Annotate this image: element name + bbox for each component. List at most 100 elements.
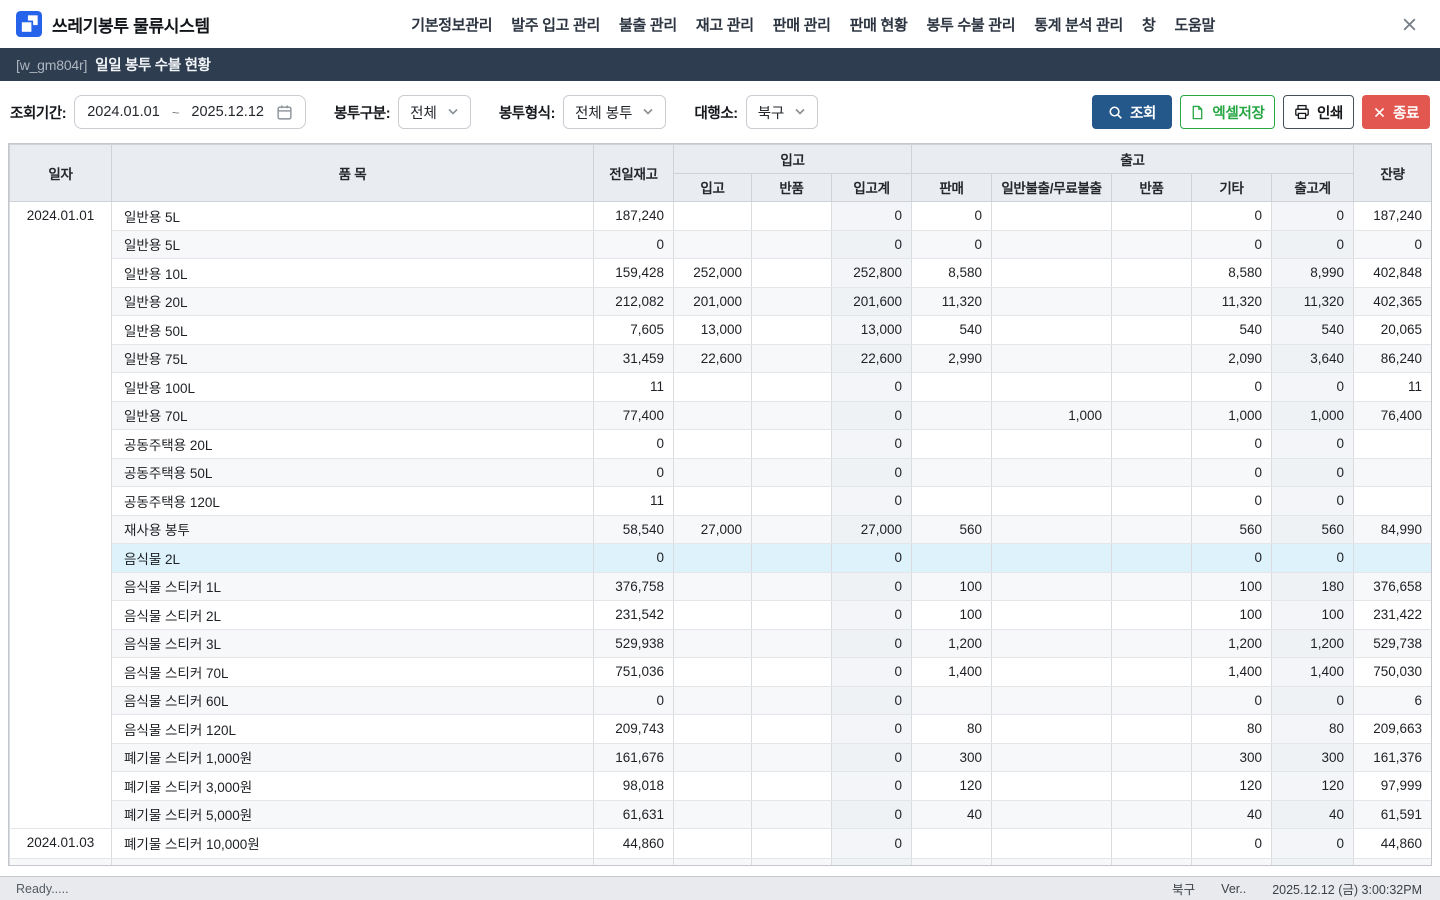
in_qty-cell[interactable] bbox=[674, 658, 752, 687]
etc-cell[interactable]: 0 bbox=[1192, 230, 1272, 259]
table-row[interactable]: 음식물 스티커 3L529,93801,2001,2001,200529,738 bbox=[10, 629, 1432, 658]
balance-cell[interactable]: 76,400 bbox=[1354, 401, 1432, 430]
in_qty-cell[interactable] bbox=[674, 458, 752, 487]
balance-cell[interactable]: 0 bbox=[1354, 230, 1432, 259]
table-row[interactable]: 재사용 봉투58,54027,00027,00056056056084,990 bbox=[10, 515, 1432, 544]
date-from-value[interactable]: 2024.01.01 bbox=[87, 104, 160, 120]
balance-cell[interactable]: 61,591 bbox=[1354, 800, 1432, 829]
balance-cell[interactable]: 402,848 bbox=[1354, 259, 1432, 288]
in_sum-cell[interactable]: 0 bbox=[832, 430, 912, 459]
prev-cell[interactable]: 11 bbox=[594, 373, 674, 402]
in_ret-cell[interactable] bbox=[752, 658, 832, 687]
sale-cell[interactable]: 540 bbox=[912, 316, 992, 345]
item-cell[interactable]: 폐기물 스티커 10,000원 bbox=[112, 829, 594, 859]
item-cell[interactable]: 공동주택용 20L bbox=[112, 430, 594, 459]
in_sum-cell[interactable]: 0 bbox=[832, 544, 912, 573]
in_qty-cell[interactable] bbox=[674, 772, 752, 801]
balance-cell[interactable]: 84,990 bbox=[1354, 515, 1432, 544]
exit-button[interactable]: 종료 bbox=[1362, 95, 1430, 129]
etc-cell[interactable]: 0 bbox=[1192, 202, 1272, 231]
out_sum-cell[interactable]: 0 bbox=[1272, 487, 1354, 516]
menu-item-7[interactable]: 통계 분석 관리 bbox=[1034, 14, 1123, 35]
in_sum-cell[interactable]: 0 bbox=[832, 601, 912, 630]
in_ret-cell[interactable] bbox=[752, 287, 832, 316]
item-cell[interactable]: 음식물 2L bbox=[112, 544, 594, 573]
in_qty-cell[interactable]: 27,000 bbox=[674, 515, 752, 544]
free_out-cell[interactable] bbox=[992, 686, 1112, 715]
table-row[interactable]: 공동주택용 120L11000 bbox=[10, 487, 1432, 516]
free_out-cell[interactable] bbox=[992, 373, 1112, 402]
free_out-cell[interactable] bbox=[992, 572, 1112, 601]
in_qty-cell[interactable] bbox=[674, 715, 752, 744]
table-row[interactable]: 폐기물 스티커 5,000원61,631040404061,591 bbox=[10, 800, 1432, 829]
in_qty-cell[interactable] bbox=[674, 487, 752, 516]
sale-cell[interactable]: 1,200 bbox=[912, 629, 992, 658]
etc-cell[interactable]: 1,200 bbox=[1192, 629, 1272, 658]
free_out-cell[interactable] bbox=[992, 772, 1112, 801]
item-cell[interactable]: 공동주택용 120L bbox=[112, 487, 594, 516]
balance-cell[interactable]: 11 bbox=[1354, 373, 1432, 402]
menu-item-5[interactable]: 판매 현황 bbox=[850, 14, 908, 35]
menu-item-2[interactable]: 불출 관리 bbox=[619, 14, 677, 35]
menu-item-0[interactable]: 기본정보관리 bbox=[411, 14, 492, 35]
out_ret-cell[interactable] bbox=[1112, 487, 1192, 516]
in_sum-cell[interactable]: 0 bbox=[832, 572, 912, 601]
sale-cell[interactable]: 0 bbox=[912, 202, 992, 231]
free_out-cell[interactable] bbox=[992, 829, 1112, 859]
item-cell[interactable]: 일반용 5L bbox=[112, 230, 594, 259]
free_out-cell[interactable] bbox=[992, 430, 1112, 459]
item-cell[interactable]: 음식물 스티커 2L bbox=[112, 601, 594, 630]
etc-cell[interactable]: 100 bbox=[1192, 572, 1272, 601]
menu-item-1[interactable]: 발주 입고 관리 bbox=[511, 14, 600, 35]
balance-cell[interactable]: 161,376 bbox=[1354, 743, 1432, 772]
table-row[interactable]: 음식물 스티커 70L751,03601,4001,4001,400750,03… bbox=[10, 658, 1432, 687]
in_ret-cell[interactable] bbox=[752, 544, 832, 573]
in_qty-cell[interactable]: 13,000 bbox=[674, 316, 752, 345]
out_ret-cell[interactable] bbox=[1112, 601, 1192, 630]
free_out-cell[interactable] bbox=[992, 544, 1112, 573]
prev-cell[interactable]: 7,605 bbox=[594, 316, 674, 345]
free_out-cell[interactable] bbox=[992, 515, 1112, 544]
table-row[interactable]: 일반용 10L159,428252,000252,8008,5808,5808,… bbox=[10, 259, 1432, 288]
out_sum-cell[interactable]: 80 bbox=[1272, 715, 1354, 744]
out_sum-cell[interactable]: 100 bbox=[1272, 601, 1354, 630]
window-close-icon[interactable] bbox=[1401, 16, 1418, 33]
table-row[interactable]: 2024.01.03폐기물 스티커 10,000원44,86000044,860 bbox=[10, 829, 1432, 859]
out_ret-cell[interactable] bbox=[1112, 230, 1192, 259]
prev-cell[interactable]: 44,860 bbox=[594, 829, 674, 859]
in_qty-cell[interactable] bbox=[674, 601, 752, 630]
item-cell[interactable]: 재사용 봉투 bbox=[112, 515, 594, 544]
menu-item-9[interactable]: 도움말 bbox=[1174, 14, 1215, 35]
free_out-cell[interactable] bbox=[992, 743, 1112, 772]
prev-cell[interactable]: 161,676 bbox=[594, 743, 674, 772]
item-cell[interactable]: 일반용 10L bbox=[112, 259, 594, 288]
menu-item-4[interactable]: 판매 관리 bbox=[773, 14, 831, 35]
table-row[interactable]: 일반용 70L77,40001,0001,0001,00076,400 bbox=[10, 401, 1432, 430]
out_ret-cell[interactable] bbox=[1112, 800, 1192, 829]
etc-cell[interactable]: 300 bbox=[1192, 743, 1272, 772]
in_qty-cell[interactable] bbox=[674, 572, 752, 601]
balance-cell[interactable] bbox=[1354, 487, 1432, 516]
sale-cell[interactable] bbox=[912, 487, 992, 516]
balance-cell[interactable]: 529,738 bbox=[1354, 629, 1432, 658]
etc-cell[interactable]: 540 bbox=[1192, 316, 1272, 345]
table-row[interactable]: 일반용 50L7,60513,00013,00054054054020,065 bbox=[10, 316, 1432, 345]
item-cell[interactable]: 음식물 스티커 120L bbox=[112, 715, 594, 744]
balance-cell[interactable]: 402,365 bbox=[1354, 287, 1432, 316]
out_ret-cell[interactable] bbox=[1112, 202, 1192, 231]
out_sum-cell[interactable]: 0 bbox=[1272, 430, 1354, 459]
free_out-cell[interactable] bbox=[992, 629, 1112, 658]
sale-cell[interactable] bbox=[912, 430, 992, 459]
out_sum-cell[interactable]: 120 bbox=[1272, 772, 1354, 801]
balance-cell[interactable]: 20,065 bbox=[1354, 316, 1432, 345]
out_ret-cell[interactable] bbox=[1112, 458, 1192, 487]
prev-cell[interactable]: 231,542 bbox=[594, 601, 674, 630]
item-cell[interactable]: 일반용 75L bbox=[112, 344, 594, 373]
in_sum-cell[interactable]: 0 bbox=[832, 686, 912, 715]
agency-select[interactable]: 북구 bbox=[746, 95, 819, 129]
balance-cell[interactable]: 209,663 bbox=[1354, 715, 1432, 744]
in_sum-cell[interactable]: 0 bbox=[832, 800, 912, 829]
balance-cell[interactable] bbox=[1354, 544, 1432, 573]
in_ret-cell[interactable] bbox=[752, 458, 832, 487]
in_ret-cell[interactable] bbox=[752, 686, 832, 715]
